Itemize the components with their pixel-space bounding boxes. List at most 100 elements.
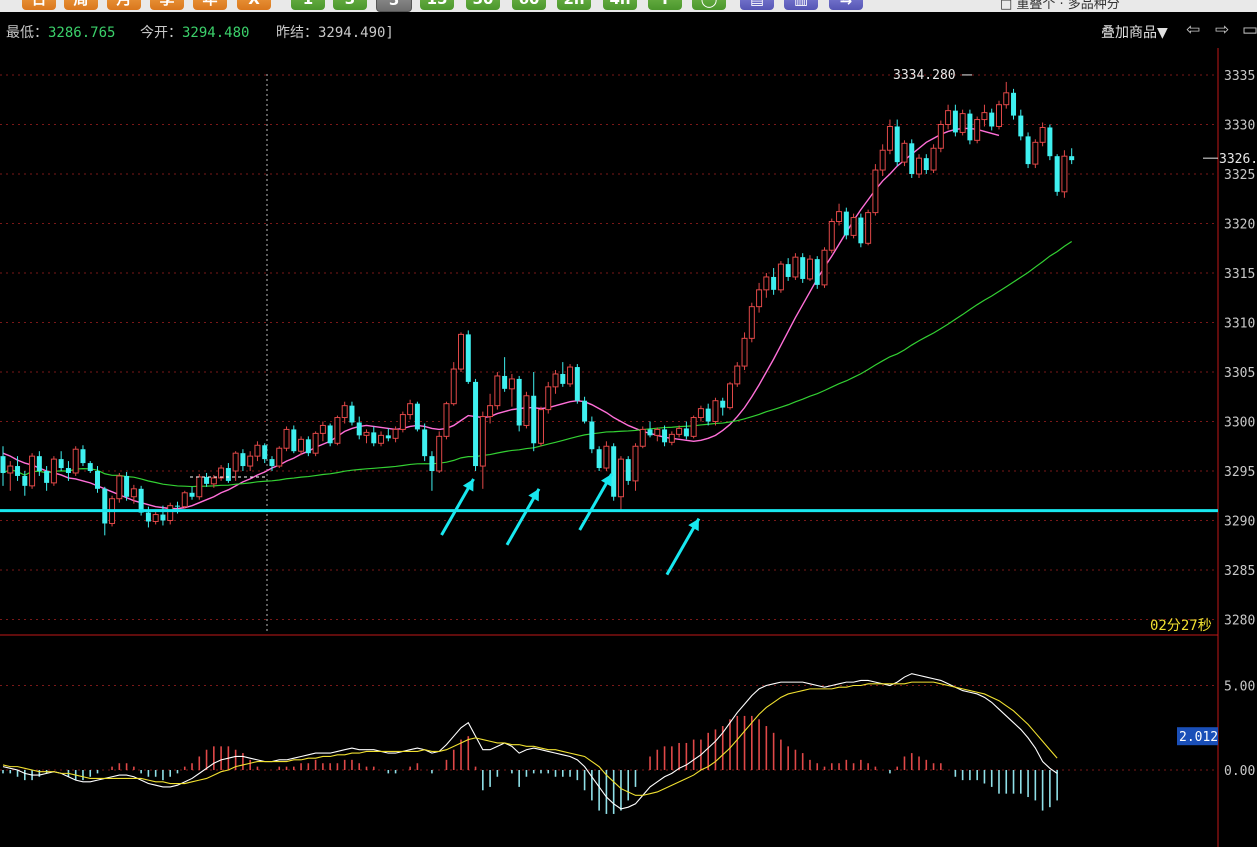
- period-button-18[interactable]: ⇆: [829, 0, 863, 10]
- open-price-readout: 今开：3294.480: [140, 22, 249, 42]
- candle-body: [174, 505, 180, 507]
- candle-body: [145, 512, 151, 522]
- candle-body: [494, 375, 501, 407]
- candle-body: [690, 417, 697, 437]
- candle-body: [625, 459, 631, 481]
- candle-body: [429, 456, 435, 471]
- y-tick-label: 3310: [1224, 317, 1255, 332]
- candle-body: [305, 439, 311, 454]
- candle-body: [777, 263, 784, 291]
- candle-body: [1032, 141, 1039, 165]
- candle-body: [152, 514, 159, 522]
- candle-body: [858, 217, 864, 244]
- candle-body: [80, 449, 86, 464]
- period-button-17[interactable]: ▥: [784, 0, 818, 10]
- candle-body: [611, 446, 617, 497]
- candle-body: [210, 477, 217, 485]
- period-button-15[interactable]: ◯: [692, 0, 726, 10]
- candle-body: [95, 471, 101, 489]
- candle-body: [276, 447, 283, 467]
- prev-settle-label: 昨结：: [276, 25, 318, 41]
- candle-body: [1003, 92, 1010, 106]
- candle-body: [531, 395, 537, 444]
- candle-body: [632, 445, 639, 482]
- arrow-right-icon[interactable]: ⇨: [1215, 20, 1229, 40]
- candle-body: [58, 459, 64, 469]
- period-button-14[interactable]: T: [648, 0, 682, 10]
- window-icon[interactable]: ▭: [1242, 20, 1257, 40]
- macd-value-label: 2.012: [1179, 730, 1218, 745]
- candle-body: [952, 110, 958, 133]
- period-button-10[interactable]: 30: [466, 0, 500, 10]
- period-button-8[interactable]: 5: [376, 0, 412, 12]
- toolbar-right-text[interactable]: □ 重叠个 · 多品种分: [1000, 0, 1120, 12]
- candle-body: [0, 456, 6, 473]
- candle-body: [363, 431, 370, 436]
- open-label: 今开：: [140, 25, 182, 41]
- high-price-label: 3334.280: [893, 68, 956, 83]
- overlay-commodity-dropdown[interactable]: 叠加商品▼: [1101, 22, 1168, 42]
- candle-body: [1061, 155, 1068, 193]
- candle-body: [676, 427, 683, 435]
- candle-body: [450, 368, 457, 405]
- kline-chart[interactable]: 3280 3285 3290 3295 3300 3305 3310 3315 3320 3325…: [0, 48, 1257, 847]
- candle-body: [349, 405, 355, 423]
- candle-body: [596, 449, 602, 469]
- macd-dif-line: [2, 673, 1058, 810]
- candle-body: [502, 375, 508, 389]
- candle-body: [291, 429, 297, 452]
- period-button-5[interactable]: X: [237, 0, 271, 10]
- candle-body: [821, 249, 828, 286]
- period-button-0[interactable]: 日: [22, 0, 56, 10]
- period-button-1[interactable]: 周: [64, 0, 98, 10]
- candle-body: [734, 365, 741, 385]
- candle-body: [269, 459, 275, 467]
- candle-body: [945, 110, 952, 125]
- candle-body: [29, 455, 36, 487]
- period-button-6[interactable]: 1: [291, 0, 325, 10]
- candle-body: [589, 421, 595, 450]
- candle-body: [399, 414, 406, 430]
- y-tick-label: 3315: [1224, 267, 1255, 282]
- prev-settle-value: 3294.490]: [318, 25, 394, 41]
- period-button-13[interactable]: 4h: [603, 0, 637, 10]
- candle-body: [240, 453, 246, 467]
- candle-body: [552, 373, 559, 388]
- period-button-4[interactable]: 年: [193, 0, 227, 10]
- candle-body: [516, 378, 522, 426]
- candle-body: [334, 417, 341, 444]
- candle-body: [319, 424, 326, 434]
- y-tick-label: 3285: [1224, 564, 1255, 579]
- candle-body: [385, 435, 391, 439]
- candle-body: [1039, 126, 1046, 143]
- period-button-12[interactable]: 2h: [557, 0, 591, 10]
- candle-body: [130, 488, 137, 498]
- candle-body: [792, 256, 799, 278]
- period-button-7[interactable]: 3: [333, 0, 367, 10]
- candle-body: [232, 452, 239, 472]
- arrow-left-icon[interactable]: ⇦: [1186, 20, 1200, 40]
- candle-body: [414, 403, 420, 430]
- candle-body: [196, 476, 203, 498]
- candle-body: [603, 445, 610, 469]
- period-button-9[interactable]: 15: [420, 0, 454, 10]
- candle-body: [356, 422, 362, 436]
- grid: [0, 74, 1218, 771]
- candle-body: [668, 433, 675, 443]
- candle-body: [705, 408, 711, 422]
- y-tick-label: 3295: [1224, 465, 1255, 480]
- candle-body: [508, 378, 515, 390]
- candle-body: [65, 468, 71, 473]
- period-button-11[interactable]: 60: [512, 0, 546, 10]
- candle-body: [720, 400, 726, 408]
- candle-body: [312, 432, 319, 454]
- period-button-2[interactable]: 月: [107, 0, 141, 10]
- period-button-16[interactable]: ▤: [740, 0, 774, 10]
- period-button-3[interactable]: 季: [150, 0, 184, 10]
- candle-body: [22, 475, 28, 486]
- prev-settle-readout: 昨结：3294.490]: [276, 22, 394, 42]
- candle-body: [15, 466, 21, 476]
- candle-body: [327, 425, 333, 444]
- candle-body: [582, 400, 588, 422]
- candle-body: [392, 428, 399, 439]
